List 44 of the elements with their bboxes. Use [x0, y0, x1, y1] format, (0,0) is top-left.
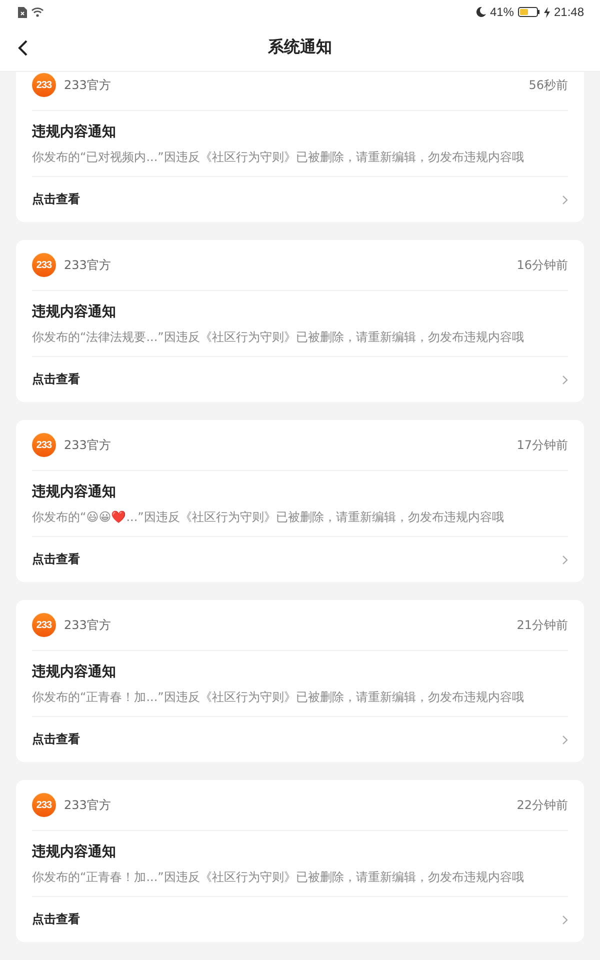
notification-title: 违规内容通知 [32, 303, 117, 321]
notification-time: 16分钟前 [516, 256, 568, 274]
chevron-right-icon [562, 374, 568, 384]
notification-title: 违规内容通知 [32, 663, 117, 681]
sender-name: 233官方 [64, 796, 112, 814]
view-details-link[interactable]: 点击查看 [32, 717, 568, 762]
sender-name: 233官方 [64, 436, 112, 454]
back-icon[interactable] [18, 40, 28, 56]
notification-time: 22分钟前 [516, 796, 568, 814]
battery-icon [518, 7, 540, 17]
view-details-link[interactable]: 点击查看 [32, 357, 568, 402]
sender-logo: 233 [32, 793, 56, 817]
sender-name: 233官方 [64, 616, 112, 634]
chevron-right-icon [562, 914, 568, 924]
sender-logo: 233 [32, 253, 56, 277]
page-title: 系统通知 [268, 37, 332, 58]
notification-message: 你发布的“😃😀❤...”因违反《社区行为守则》已被删除，请重新编辑，勿发布违规内容哦 [32, 509, 505, 526]
view-details-link[interactable]: 点击查看 [32, 537, 568, 582]
notification-message: 你发布的“法律法规要...”因违反《社区行为守则》已被删除，请重新编辑，勿发布违规内容哦 [32, 329, 525, 346]
notification-title: 违规内容通知 [32, 123, 117, 141]
wifi-icon [31, 7, 44, 17]
sender-logo: 233 [32, 73, 56, 97]
notification-title: 违规内容通知 [32, 483, 117, 501]
chevron-right-icon [562, 194, 568, 204]
notification-time: 21分钟前 [516, 616, 568, 634]
charging-bolt-icon [544, 6, 550, 18]
view-details-link[interactable]: 点击查看 [32, 897, 568, 942]
moon-icon [476, 7, 486, 17]
sender-name: 233官方 [64, 76, 112, 94]
notification-message: 你发布的“正青春！加...”因违反《社区行为守则》已被删除，请重新编辑，勿发布违规内容哦 [32, 689, 525, 706]
notification-message: 你发布的“正青春！加...”因违反《社区行为守则》已被删除，请重新编辑，勿发布违规内容哦 [32, 869, 525, 886]
chevron-right-icon [562, 554, 568, 564]
notification-time: 56秒前 [528, 76, 568, 94]
chevron-right-icon [562, 734, 568, 744]
sender-name: 233官方 [64, 256, 112, 274]
notification-time: 17分钟前 [516, 436, 568, 454]
status-time: 21:48 [554, 5, 584, 19]
battery-percent: 41% [490, 5, 514, 19]
notification-title: 违规内容通知 [32, 843, 117, 861]
sender-logo: 233 [32, 613, 56, 637]
sender-logo: 233 [32, 433, 56, 457]
notification-message: 你发布的“已对视频内...”因违反《社区行为守则》已被删除，请重新编辑，勿发布违规内容哦 [32, 149, 525, 166]
sim-card-icon [18, 6, 27, 18]
view-details-link[interactable]: 点击查看 [32, 177, 568, 222]
